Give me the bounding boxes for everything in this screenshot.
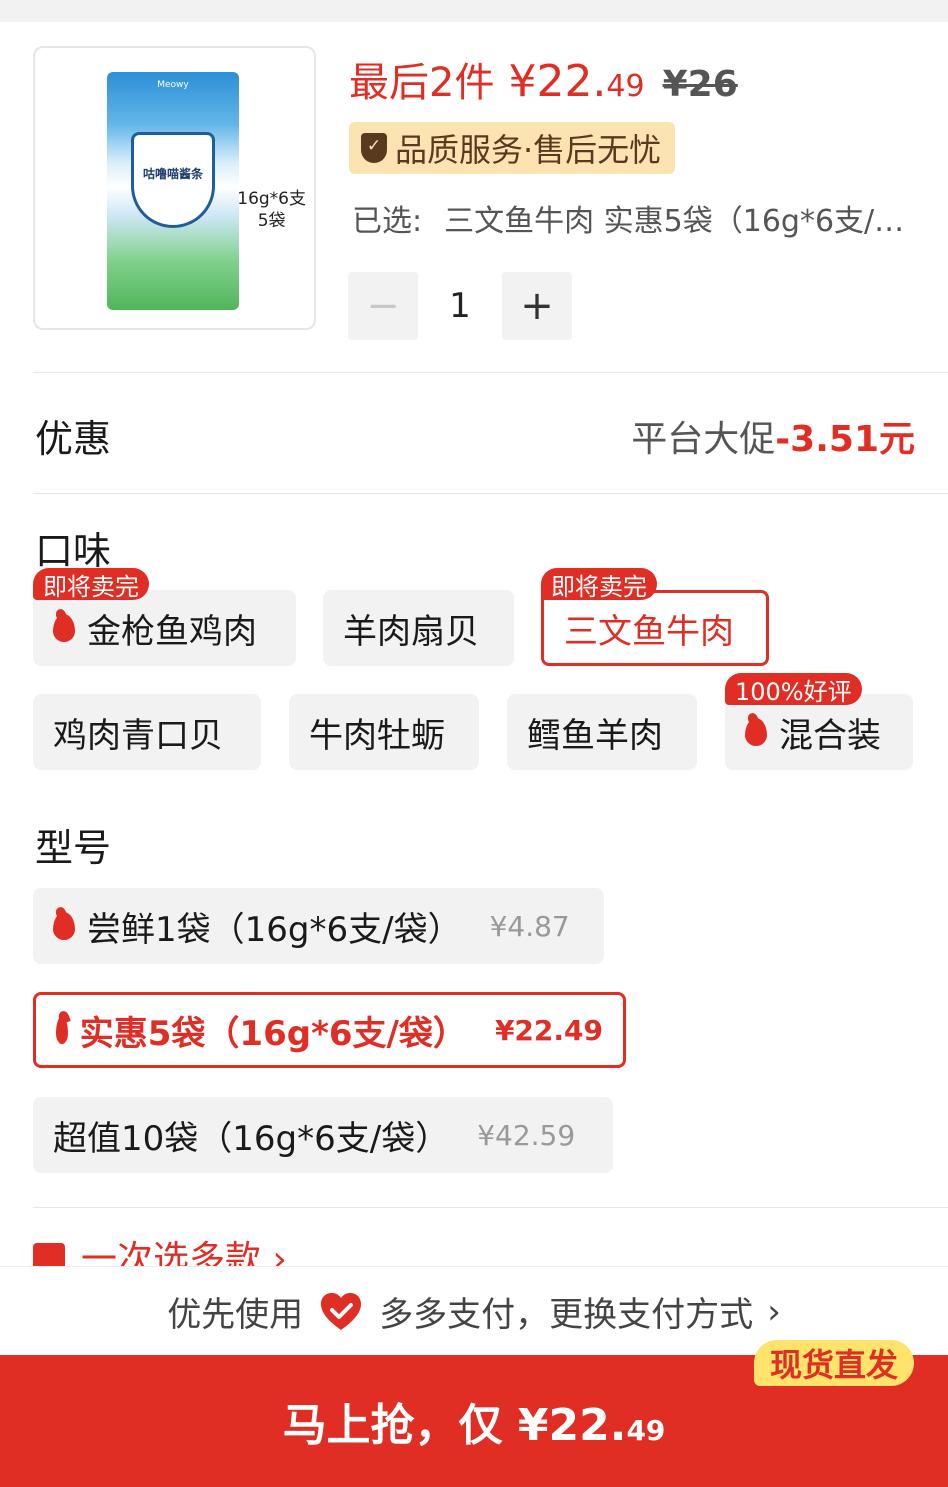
buy-now-label: 马上抢，仅 ¥22.49 <box>283 1389 666 1453</box>
hot-flame-icon <box>53 614 75 642</box>
top-strip <box>0 0 948 22</box>
quality-badge-text: 品质服务·售后无忧 <box>395 131 662 169</box>
product-package-image: Meowy 咕噜喵酱条 <box>107 72 239 310</box>
model-option-label: 尝鲜1袋（16g*6支/袋） <box>87 909 462 950</box>
shopping-bag-icon <box>33 1243 65 1266</box>
flavor-option-label: 羊肉扇贝 <box>343 611 479 652</box>
flavor-option-label: 牛肉牡蛎 <box>309 715 445 756</box>
divider <box>33 493 948 494</box>
chevron-right-icon: › <box>767 1291 781 1332</box>
current-price-decimal: 49 <box>606 69 645 104</box>
hot-flame-icon <box>53 912 75 940</box>
thumb-caption: 16g*6支 5袋 <box>237 188 306 232</box>
payment-prefix: 优先使用 <box>167 1295 304 1335</box>
quantity-value[interactable]: 1 <box>418 272 502 340</box>
multi-select-label: 一次选多款 › <box>81 1239 287 1266</box>
buy-now-text: 马上抢，仅 ¥22. <box>282 1400 627 1451</box>
package-shield-logo: 咕噜喵酱条 <box>131 132 215 228</box>
current-price: ¥22. <box>508 56 607 107</box>
duoduo-pay-icon <box>321 1292 362 1330</box>
flavor-option-cod-lamb[interactable]: 鳕鱼羊肉 <box>507 694 697 770</box>
thumb-caption-count: 5袋 <box>257 211 286 231</box>
model-option-super-10[interactable]: 超值10袋（16g*6支/袋） ¥42.59 <box>33 1097 613 1173</box>
thumb-caption-spec: 16g*6支 <box>237 189 306 209</box>
flavor-option-label: 混合装 <box>779 715 881 756</box>
flavor-option-beef-oyster[interactable]: 牛肉牡蛎 <box>289 694 479 770</box>
product-thumbnail[interactable]: Meowy 咕噜喵酱条 16g*6支 5袋 <box>33 46 316 330</box>
model-option-price: ¥4.87 <box>489 909 570 943</box>
model-option-label: 实惠5袋（16g*6支/袋） <box>79 1013 467 1054</box>
original-price: ¥26 <box>662 64 738 105</box>
model-option-label: 超值10袋（16g*6支/袋） <box>53 1118 450 1159</box>
package-name: 咕噜喵酱条 <box>142 167 203 181</box>
selected-value: 三文鱼牛肉 实惠5袋（16g*6支/袋） <box>444 204 922 239</box>
model-option-value-5[interactable]: 实惠5袋（16g*6支/袋） ¥22.49 <box>33 992 626 1068</box>
selling-out-badge: 即将卖完 <box>541 568 657 601</box>
hot-flame-icon <box>56 1016 68 1044</box>
selected-label: 已选: <box>352 204 423 239</box>
discount-value: -3.51元 <box>775 419 915 460</box>
discount-label: 优惠 <box>35 417 112 461</box>
buy-now-decimal: 49 <box>626 1414 666 1447</box>
selected-variant: 已选: 三文鱼牛肉 实惠5袋（16g*6支/袋） <box>352 196 922 240</box>
discount-detail[interactable]: 平台大促-3.51元 <box>631 410 915 462</box>
divider <box>33 1207 948 1208</box>
package-brand: Meowy <box>157 80 189 90</box>
quality-badge: 品质服务·售后无忧 <box>349 122 676 174</box>
stock-left-label: 最后2件 <box>349 60 495 106</box>
selling-out-badge: 即将卖完 <box>33 568 149 601</box>
flavor-option-label: 三文鱼牛肉 <box>564 611 734 652</box>
model-option-price: ¥42.59 <box>477 1118 576 1152</box>
flavor-option-label: 鸡肉青口贝 <box>53 715 223 756</box>
model-option-trial-1[interactable]: 尝鲜1袋（16g*6支/袋） ¥4.87 <box>33 888 604 964</box>
model-option-price: ¥22.49 <box>494 1013 603 1047</box>
in-stock-badge: 现货直发 <box>753 1340 914 1386</box>
flavor-option-lamb-scallop[interactable]: 羊肉扇贝 <box>323 590 514 666</box>
price-row: 最后2件 ¥22. 49 ¥26 <box>349 50 738 107</box>
model-title: 型号 <box>35 826 112 870</box>
discount-name: 平台大促 <box>631 419 776 460</box>
divider <box>33 372 948 373</box>
quantity-decrease-button[interactable]: − <box>348 272 418 340</box>
rating-badge: 100%好评 <box>725 673 862 706</box>
flavor-option-chicken-mussel[interactable]: 鸡肉青口贝 <box>33 694 261 770</box>
flavor-option-label: 鳕鱼羊肉 <box>527 715 663 756</box>
flavor-option-label: 金枪鱼鸡肉 <box>87 611 257 652</box>
multi-select-link[interactable]: 一次选多款 › <box>33 1230 287 1266</box>
payment-name: 多多支付，更换支付方式 <box>379 1295 754 1335</box>
shield-check-icon <box>361 133 387 163</box>
hot-flame-icon <box>745 718 767 746</box>
quantity-increase-button[interactable]: + <box>502 272 572 340</box>
